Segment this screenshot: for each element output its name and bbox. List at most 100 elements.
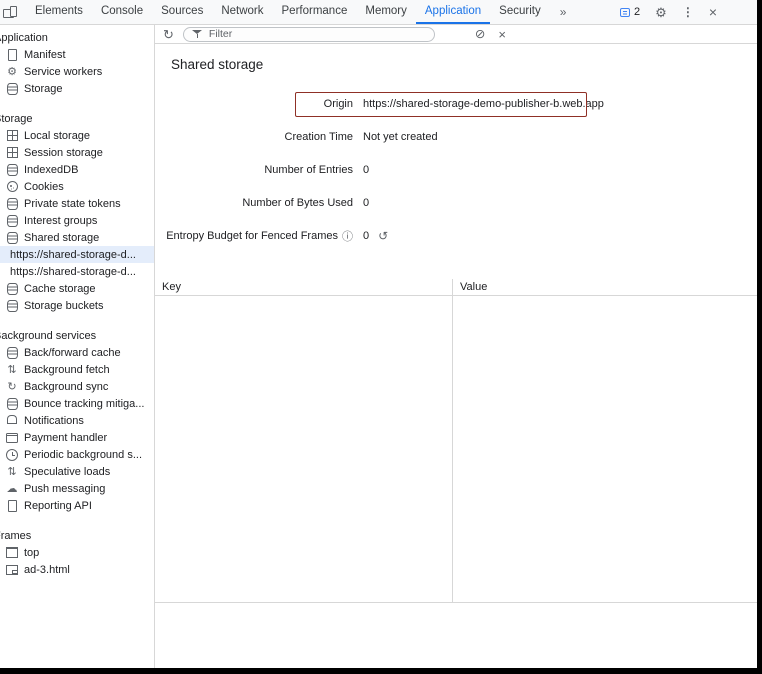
sync-icon bbox=[5, 380, 19, 394]
sidebar-item-label: Storage bbox=[24, 83, 63, 95]
database-icon bbox=[5, 197, 19, 211]
reset-budget-icon[interactable]: ↺ bbox=[378, 229, 388, 243]
sidebar-item-label: Push messaging bbox=[24, 483, 105, 495]
devtools-window: Elements Console Sources Network bbox=[0, 0, 757, 668]
sidebar-item[interactable]: Interest groups bbox=[0, 212, 154, 229]
devtools-tab[interactable]: Console bbox=[92, 0, 152, 24]
more-options-icon[interactable]: ⋮ bbox=[682, 6, 694, 18]
filter-input[interactable] bbox=[209, 28, 426, 40]
devtools-tab[interactable]: Application bbox=[416, 0, 490, 24]
sidebar-item[interactable]: Push messaging bbox=[0, 480, 154, 497]
sidebar-item[interactable]: Back/forward cache bbox=[0, 344, 154, 361]
sidebar-item[interactable]: Cookies bbox=[0, 178, 154, 195]
sidebar-item[interactable]: Periodic background s... bbox=[0, 446, 154, 463]
sidebar-item[interactable]: Local storage bbox=[0, 127, 154, 144]
application-sidebar: Application Manifest Service workers bbox=[0, 25, 155, 668]
info-icon[interactable]: ⓘ bbox=[342, 228, 353, 244]
sidebar-item[interactable]: Background sync bbox=[0, 378, 154, 395]
document-icon bbox=[5, 48, 19, 62]
database-icon bbox=[5, 282, 19, 296]
sidebar-section-frames: Frames top ad-3.html bbox=[0, 528, 154, 578]
field-label: Origin bbox=[324, 98, 353, 110]
sidebar-section-title-background-services[interactable]: Background services bbox=[0, 328, 154, 344]
sidebar-item[interactable]: Reporting API bbox=[0, 497, 154, 514]
entries-table-body[interactable] bbox=[155, 296, 757, 602]
toolbar-close-icon[interactable]: × bbox=[498, 28, 506, 41]
sidebar-item[interactable]: top bbox=[0, 544, 154, 561]
sidebar-item[interactable]: Private state tokens bbox=[0, 195, 154, 212]
sidebar-item[interactable]: Storage bbox=[0, 80, 154, 97]
panel-toolbar: ↻ ⊘ × bbox=[155, 25, 757, 44]
sidebar-item[interactable]: Manifest bbox=[0, 46, 154, 63]
sidebar-item[interactable]: ad-3.html bbox=[0, 561, 154, 578]
sidebar-section-title-storage[interactable]: Storage bbox=[0, 111, 154, 127]
clear-all-icon[interactable]: ⊘ bbox=[475, 28, 485, 41]
sidebar-item[interactable]: Shared storage bbox=[0, 229, 154, 246]
field-value: Not yet created bbox=[363, 131, 438, 143]
arrows-icon bbox=[5, 465, 19, 479]
console-messages-indicator[interactable]: 2 bbox=[620, 6, 640, 18]
document-icon bbox=[5, 499, 19, 513]
tab-label: Elements bbox=[35, 5, 83, 17]
devtools-tab[interactable]: Security bbox=[490, 0, 550, 24]
sidebar-item-label: Back/forward cache bbox=[24, 347, 121, 359]
field-value: 0 bbox=[363, 230, 369, 242]
sidebar-item-label: Notifications bbox=[24, 415, 84, 427]
sidebar-item[interactable]: Service workers bbox=[0, 63, 154, 80]
column-header-key[interactable]: Key bbox=[155, 279, 453, 295]
sidebar-item-label: Session storage bbox=[24, 147, 103, 159]
devtools-tab[interactable]: Memory bbox=[356, 0, 416, 24]
sidebar-item-label: Reporting API bbox=[24, 500, 92, 512]
sidebar-item-label: Cache storage bbox=[24, 283, 96, 295]
tab-label: Network bbox=[221, 5, 263, 17]
sidebar-section-storage: Storage Local storage Session storage bbox=[0, 111, 154, 314]
sidebar-item[interactable]: Background fetch bbox=[0, 361, 154, 378]
database-icon bbox=[5, 346, 19, 360]
devtools-tab[interactable]: Sources bbox=[152, 0, 212, 24]
devtools-tab[interactable]: Network bbox=[212, 0, 272, 24]
panel-title: Shared storage bbox=[155, 44, 757, 72]
close-devtools-icon[interactable]: × bbox=[709, 5, 717, 19]
sidebar-item[interactable]: Notifications bbox=[0, 412, 154, 429]
field-value: 0 bbox=[363, 164, 369, 176]
entries-table: Key Value bbox=[155, 279, 757, 603]
database-icon bbox=[5, 299, 19, 313]
field-value: https://shared-storage-demo-publisher-b.… bbox=[363, 98, 604, 110]
sidebar-item[interactable]: Speculative loads bbox=[0, 463, 154, 480]
console-messages-icon bbox=[620, 8, 630, 17]
sidebar-item[interactable]: Storage buckets bbox=[0, 297, 154, 314]
more-tabs-icon[interactable]: » bbox=[550, 5, 577, 19]
field-value: 0 bbox=[363, 197, 369, 209]
settings-gear-icon[interactable]: ⚙ bbox=[655, 6, 667, 19]
sidebar-section-title-frames[interactable]: Frames bbox=[0, 528, 154, 544]
sidebar-item[interactable]: Cache storage bbox=[0, 280, 154, 297]
filter-box[interactable] bbox=[183, 27, 435, 42]
tab-label: Application bbox=[425, 5, 481, 17]
cookie-icon bbox=[5, 180, 19, 194]
devtools-tab[interactable]: Performance bbox=[273, 0, 357, 24]
entries-table-header: Key Value bbox=[155, 279, 757, 296]
database-icon bbox=[5, 231, 19, 245]
sidebar-item-label: Shared storage bbox=[24, 232, 99, 244]
sidebar-item-label: Speculative loads bbox=[24, 466, 110, 478]
sidebar-item[interactable]: IndexedDB bbox=[0, 161, 154, 178]
tab-label: Sources bbox=[161, 5, 203, 17]
sidebar-item-label: top bbox=[24, 547, 39, 559]
device-toolbar-icon[interactable] bbox=[2, 5, 18, 19]
sidebar-item[interactable]: https://shared-storage-d... bbox=[0, 263, 154, 280]
sidebar-item-label: Service workers bbox=[24, 66, 102, 78]
sidebar-item-label: ad-3.html bbox=[24, 564, 70, 576]
sidebar-item-label: Storage buckets bbox=[24, 300, 104, 312]
sidebar-item[interactable]: https://shared-storage-d... bbox=[0, 246, 154, 263]
devtools-tab[interactable]: Elements bbox=[26, 0, 92, 24]
refresh-icon[interactable]: ↻ bbox=[163, 28, 174, 41]
sidebar-item[interactable]: Payment handler bbox=[0, 429, 154, 446]
iframe-icon bbox=[5, 563, 19, 577]
database-icon bbox=[5, 163, 19, 177]
column-header-value[interactable]: Value bbox=[453, 281, 757, 293]
metadata-row: Number of Bytes Used 0 bbox=[155, 195, 757, 211]
sidebar-item-label: Bounce tracking mitiga... bbox=[24, 398, 144, 410]
sidebar-item[interactable]: Session storage bbox=[0, 144, 154, 161]
sidebar-item[interactable]: Bounce tracking mitiga... bbox=[0, 395, 154, 412]
sidebar-section-title-application[interactable]: Application bbox=[0, 30, 154, 46]
